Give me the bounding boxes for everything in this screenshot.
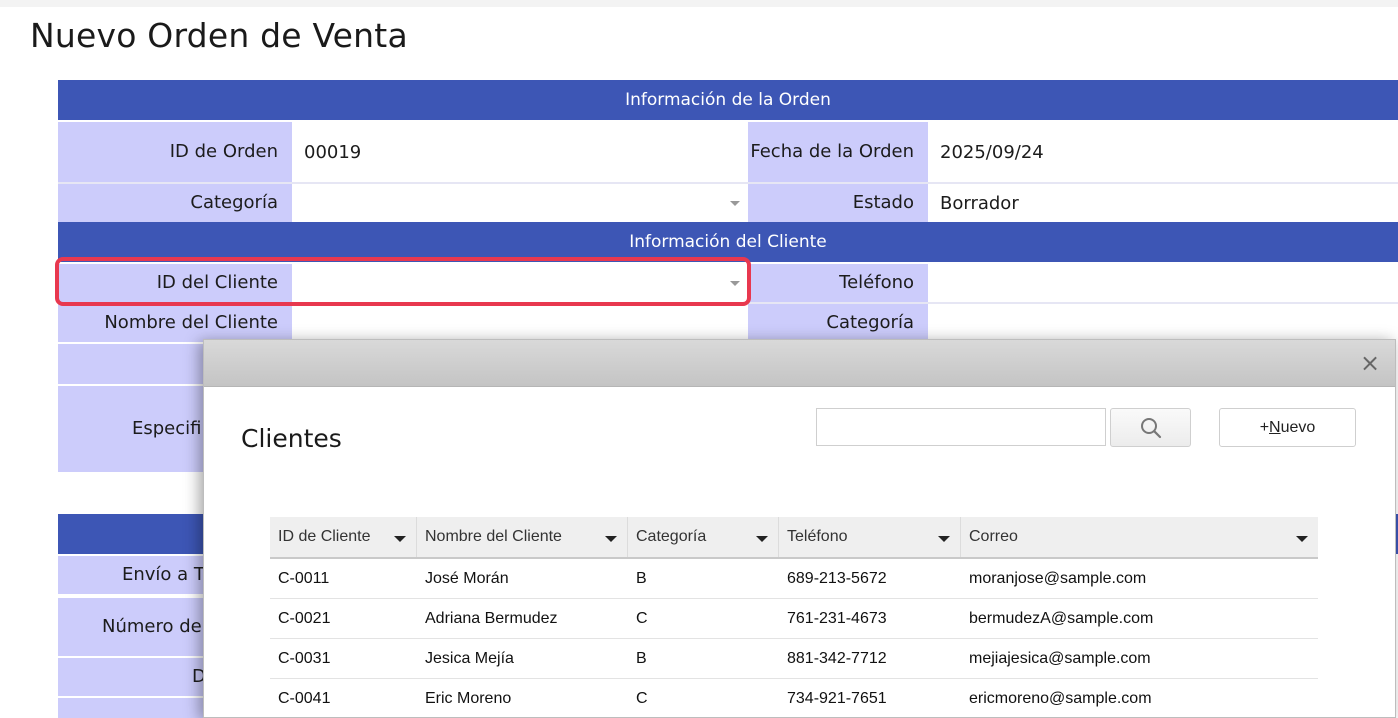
column-header-customer-id[interactable]: ID de Cliente: [270, 517, 417, 557]
status-label: Estado: [748, 184, 928, 222]
column-header-label: Correo: [969, 528, 1018, 545]
cell-customer-name: Eric Moreno: [425, 690, 512, 707]
order-date-field[interactable]: 2025/09/24: [930, 122, 1398, 182]
page-title: Nuevo Orden de Venta: [30, 16, 408, 55]
search-icon: [1140, 417, 1161, 438]
cell-category: B: [636, 650, 647, 667]
search-input[interactable]: [816, 408, 1106, 446]
column-header-category[interactable]: Categoría: [628, 517, 779, 557]
new-button-rest: uevo: [1280, 418, 1316, 436]
sort-dropdown-icon[interactable]: [938, 536, 950, 542]
customer-name-label: Nombre del Cliente: [58, 304, 292, 342]
cell-email: ericmoreno@sample.com: [969, 690, 1152, 707]
cell-customer-name: José Morán: [425, 570, 509, 587]
order-id-label: ID de Orden: [58, 122, 292, 182]
column-header-phone[interactable]: Teléfono: [779, 517, 961, 557]
dialog-title: Clientes: [241, 424, 342, 453]
table-header: ID de Cliente Nombre del Cliente Categor…: [270, 517, 1318, 559]
top-strip: [0, 0, 1398, 7]
cell-email: mejiajesica@sample.com: [969, 650, 1151, 667]
column-header-customer-name[interactable]: Nombre del Cliente: [417, 517, 628, 557]
column-header-label: ID de Cliente: [278, 528, 371, 545]
cell-category: C: [636, 690, 648, 707]
sort-dropdown-icon[interactable]: [756, 536, 768, 542]
cell-email: bermudezA@sample.com: [969, 610, 1154, 627]
sort-dropdown-icon[interactable]: [605, 536, 617, 542]
section-order-info: Información de la Orden: [58, 80, 1398, 120]
cell-category: B: [636, 570, 647, 587]
column-header-label: Categoría: [636, 528, 707, 545]
cell-customer-name: Jesica Mejía: [425, 650, 514, 667]
section-customer-info: Información del Cliente: [58, 222, 1398, 262]
customer-name-field[interactable]: [294, 304, 748, 342]
column-header-label: Nombre del Cliente: [425, 528, 562, 545]
cell-phone: 881-342-7712: [787, 650, 887, 667]
new-button-mnemonic: N: [1269, 418, 1281, 436]
cell-customer-name: Adriana Bermudez: [425, 610, 558, 627]
table-row[interactable]: C-0031 Jesica Mejía B 881-342-7712 mejia…: [270, 639, 1318, 679]
cell-customer-id: C-0031: [278, 650, 331, 667]
customer-category-field[interactable]: [930, 304, 1398, 342]
sort-dropdown-icon[interactable]: [394, 536, 406, 542]
dialog-header: ×: [204, 340, 1395, 387]
close-icon[interactable]: ×: [1359, 351, 1381, 375]
column-header-email[interactable]: Correo: [961, 517, 1318, 557]
customers-lookup-dialog: × Clientes + Nuevo ID de Cliente Nombre d…: [203, 339, 1396, 718]
customer-category-label: Categoría: [748, 304, 928, 342]
cell-customer-id: C-0011: [278, 570, 330, 587]
search-button[interactable]: [1110, 408, 1191, 447]
column-header-label: Teléfono: [787, 528, 848, 545]
cell-customer-id: C-0041: [278, 690, 331, 707]
cell-customer-id: C-0021: [278, 610, 331, 627]
cell-email: moranjose@sample.com: [969, 570, 1147, 587]
phone-label: Teléfono: [748, 264, 928, 302]
table-row[interactable]: C-0041 Eric Moreno C 734-921-7651 ericmo…: [270, 679, 1318, 717]
table-row[interactable]: C-0011 José Morán B 689-213-5672 moranjo…: [270, 559, 1318, 599]
order-category-select[interactable]: [294, 184, 748, 222]
order-id-field[interactable]: 00019: [294, 122, 748, 182]
cell-phone: 761-231-4673: [787, 610, 887, 627]
customer-id-highlight: [55, 257, 751, 306]
phone-field[interactable]: [930, 264, 1398, 302]
cell-phone: 734-921-7651: [787, 690, 887, 707]
cell-category: C: [636, 610, 648, 627]
sort-dropdown-icon[interactable]: [1296, 536, 1308, 542]
new-customer-button[interactable]: + Nuevo: [1219, 408, 1356, 447]
status-field: Borrador: [930, 184, 1398, 222]
table-row[interactable]: C-0021 Adriana Bermudez C 761-231-4673 b…: [270, 599, 1318, 639]
new-button-prefix: +: [1259, 418, 1270, 436]
cell-phone: 689-213-5672: [787, 570, 887, 587]
order-category-label: Categoría: [58, 184, 292, 222]
order-date-label: Fecha de la Orden: [748, 122, 928, 182]
chevron-down-icon: [730, 201, 740, 206]
